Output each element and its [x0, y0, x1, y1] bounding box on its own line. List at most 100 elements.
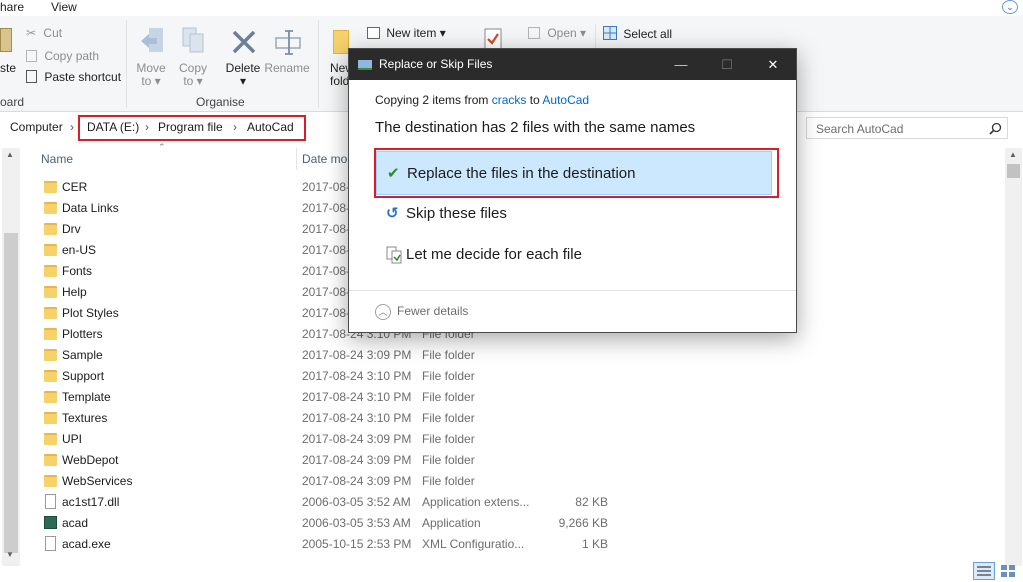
skip-arrow-icon: ↺	[386, 205, 399, 222]
file-name: acad	[62, 516, 89, 530]
breadcrumb-computer[interactable]: Computer	[10, 120, 63, 134]
folder-icon	[44, 433, 57, 445]
rename-icon	[274, 28, 304, 56]
scroll-up-arrow-icon[interactable]: ▲	[6, 150, 14, 159]
rename-button[interactable]: Rename	[262, 62, 312, 75]
file-row[interactable]: acad.exe 2005-10-15 2:53 PM XML Configurat…	[40, 534, 640, 555]
close-button[interactable]: ✕	[750, 49, 796, 80]
application-icon	[44, 516, 57, 529]
skip-files-option[interactable]: ↺ Skip these files	[376, 192, 772, 236]
file-name: Help	[62, 285, 87, 299]
scrollbar-thumb[interactable]	[1007, 164, 1020, 178]
file-name: Sample	[62, 348, 103, 362]
decide-each-file-option[interactable]: Let me decide for each file	[376, 233, 772, 277]
select-all-button[interactable]: Select all	[603, 26, 672, 43]
copy-path-icon	[26, 50, 37, 62]
file-list-scrollbar[interactable]: ▲	[1005, 148, 1022, 566]
copy-path-button[interactable]: Copy path	[26, 49, 99, 63]
open-icon	[528, 27, 540, 39]
folder-icon	[44, 181, 57, 193]
dialog-titlebar[interactable]: Replace or Skip Files — ☐ ✕	[349, 49, 796, 80]
chevron-up-icon: ︿	[375, 304, 391, 320]
file-name: Data Links	[62, 201, 119, 215]
ribbon-tabs: hare View ⌄	[0, 0, 1023, 16]
fewer-details-toggle[interactable]: ︿ Fewer details	[375, 304, 468, 320]
file-row[interactable]: Sample 2017-08-24 3:09 PM File folder	[40, 345, 640, 366]
search-input[interactable]: Search AutoCad	[816, 122, 903, 136]
tab-view[interactable]: View	[51, 0, 77, 14]
ribbon-collapse-icon[interactable]: ⌄	[1002, 0, 1018, 14]
file-icon	[45, 536, 56, 551]
folder-icon	[44, 202, 57, 214]
folder-icon	[44, 391, 57, 403]
dialog-title: Replace or Skip Files	[379, 57, 493, 71]
folder-icon	[44, 307, 57, 319]
file-row[interactable]: WebServices 2017-08-24 3:09 PM File folder	[40, 471, 640, 492]
organise-group-label: Organise	[196, 95, 245, 109]
file-name: Textures	[62, 411, 108, 425]
folder-icon	[44, 370, 57, 382]
file-size: 82 KB	[575, 495, 608, 509]
new-item-button[interactable]: New item ▾	[367, 26, 446, 40]
file-type: File folder	[422, 411, 475, 425]
destination-folder-link[interactable]: AutoCad	[542, 93, 589, 107]
maximize-button[interactable]: ☐	[704, 49, 750, 80]
file-date: 2017-08-	[302, 306, 351, 320]
file-type: File folder	[422, 453, 475, 467]
file-date: 2017-08-24 3:10 PM	[302, 411, 412, 425]
file-name: CER	[62, 180, 88, 194]
folder-icon	[44, 223, 57, 235]
cut-button[interactable]: ✂ Cut	[26, 26, 62, 40]
folder-icon	[44, 244, 57, 256]
details-view-icon[interactable]	[973, 562, 995, 580]
file-row[interactable]: Template 2017-08-24 3:10 PM File folder	[40, 387, 640, 408]
open-button[interactable]: Open ▾	[528, 26, 586, 40]
column-divider[interactable]	[296, 148, 297, 170]
search-box[interactable]: Search AutoCad	[806, 117, 1008, 139]
properties-check-icon	[484, 28, 504, 50]
file-date: 2017-08-24 3:09 PM	[302, 453, 412, 467]
copy-to-icon	[181, 26, 207, 56]
source-folder-link[interactable]: cracks	[492, 93, 527, 107]
file-date: 2017-08-24 3:09 PM	[302, 474, 412, 488]
file-row[interactable]: WebDepot 2017-08-24 3:09 PM File folder	[40, 450, 640, 471]
tab-share[interactable]: hare	[0, 0, 24, 14]
file-row[interactable]: Support 2017-08-24 3:10 PM File folder	[40, 366, 640, 387]
new-folder-button[interactable]: New fold	[318, 62, 354, 88]
file-date: 2017-08-24 3:10 PM	[302, 369, 412, 383]
paste-shortcut-button[interactable]: Paste shortcut	[26, 70, 121, 84]
scroll-down-arrow-icon[interactable]: ▼	[6, 550, 14, 559]
file-row[interactable]: acad 2006-03-05 3:53 AM Application 9,266 K…	[40, 513, 640, 534]
copy-to-button[interactable]: Copy to ▾	[168, 62, 218, 88]
paste-button[interactable]: ste	[0, 61, 16, 75]
file-transfer-icon	[358, 60, 372, 70]
scrollbar-thumb[interactable]	[4, 233, 18, 553]
delete-button[interactable]: Delete ▾	[218, 62, 268, 88]
search-icon[interactable]	[989, 122, 1002, 135]
file-row[interactable]: ac1st17.dll 2006-03-05 3:52 AM Application…	[40, 492, 640, 513]
minimize-button[interactable]: —	[658, 49, 704, 80]
navigation-pane-scrollbar[interactable]: ▲ ▼	[2, 148, 20, 566]
sort-ascending-icon: ⌃	[158, 142, 166, 152]
column-header-name[interactable]: Name ⌃	[40, 142, 300, 170]
file-date: 2005-10-15 2:53 PM	[302, 537, 412, 551]
clipboard-group-label: oard	[0, 95, 25, 109]
file-date: 2017-08-	[302, 264, 351, 278]
file-size: 1 KB	[581, 537, 608, 551]
paste-icon[interactable]	[0, 28, 12, 52]
file-name: en-US	[62, 243, 97, 257]
folder-icon	[44, 475, 57, 487]
file-row[interactable]: Textures 2017-08-24 3:10 PM File folder	[40, 408, 640, 429]
file-name: Drv	[62, 222, 81, 236]
file-name: Plotters	[62, 327, 103, 341]
file-type: File folder	[422, 369, 475, 383]
large-icons-view-icon[interactable]	[998, 562, 1020, 580]
file-type: File folder	[422, 432, 475, 446]
file-name: Plot Styles	[62, 306, 119, 320]
file-row[interactable]: UPI 2017-08-24 3:09 PM File folder	[40, 429, 640, 450]
dialog-heading: The destination has 2 files with the sam…	[375, 119, 696, 136]
scroll-up-arrow-icon[interactable]: ▲	[1009, 150, 1017, 159]
file-name: Support	[62, 369, 105, 383]
new-folder-icon	[333, 30, 349, 54]
file-name: WebServices	[62, 474, 133, 488]
